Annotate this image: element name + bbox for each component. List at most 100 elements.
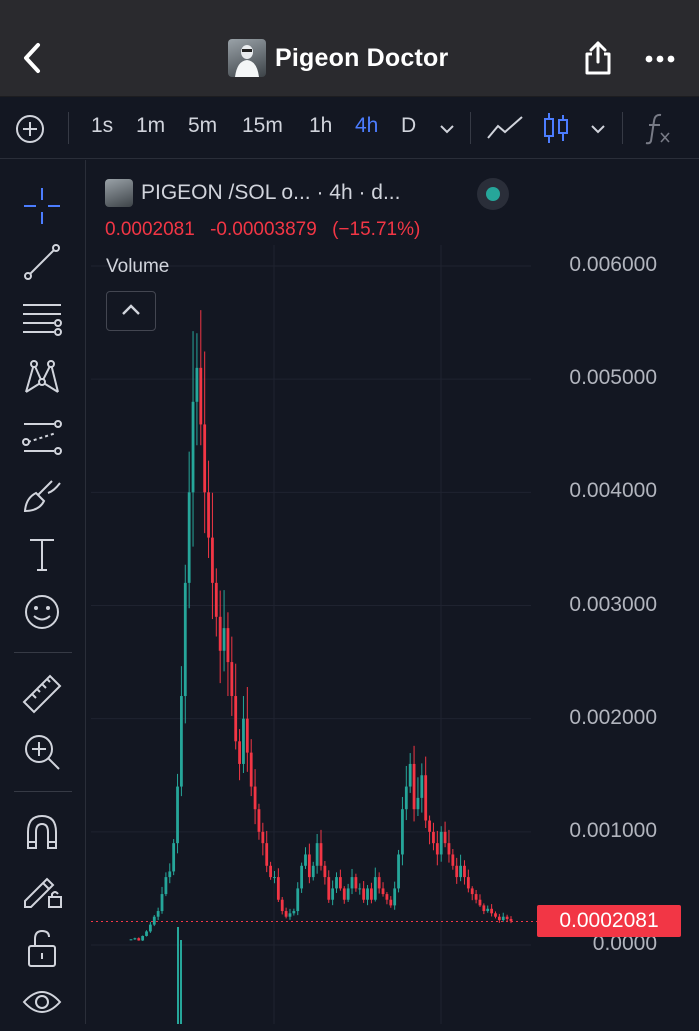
candle [323,865,327,878]
line-chart-button[interactable] [485,112,525,144]
market-status[interactable] [477,178,509,210]
emoji-tool[interactable] [20,590,64,634]
candle [327,877,331,900]
interval-1s[interactable]: 1s [91,114,113,138]
candle [432,831,435,844]
candle [439,831,443,855]
candle [385,894,389,900]
candle [435,843,439,855]
candle [490,908,494,914]
candle [350,877,354,889]
candle [292,911,296,914]
interval-1m[interactable]: 1m [136,114,165,138]
candle [377,877,381,889]
candle [335,877,338,889]
smiley-icon [25,595,59,629]
crosshair-tool[interactable] [20,184,64,228]
token-title[interactable]: Pigeon Doctor [228,38,448,78]
candle [443,831,447,844]
fib-retracement-tool[interactable] [20,297,64,341]
drawing-tools-sidebar [0,160,86,1024]
more-options-button[interactable] [644,52,676,64]
candle [346,888,350,900]
forecast-tool[interactable] [20,415,64,459]
pattern-tool[interactable] [20,356,64,400]
brush-tool[interactable] [20,473,64,517]
lock-all-tool[interactable] [20,926,64,970]
candle [401,809,404,855]
candle [195,367,199,402]
zoom-in-icon [25,735,60,770]
text-tool[interactable] [20,532,64,576]
symbol-legend[interactable]: PIGEON /SOL o... · 4h · d... [105,179,400,207]
ruler-tool[interactable] [20,672,64,716]
candle [478,899,482,906]
avatar [228,39,266,77]
candle [474,894,478,900]
candle [160,894,164,912]
candle [470,888,474,895]
candles-chart-button[interactable] [541,110,571,146]
indicators-button[interactable] [643,111,675,145]
price-axis-label: 0.005000 [569,366,657,390]
lock-drawings-tool[interactable] [20,868,64,912]
ruler-icon [22,674,62,714]
candle [416,797,420,810]
hide-drawings-tool[interactable] [20,982,64,1026]
chevron-down-icon [591,125,605,134]
candlestick-icon [544,113,568,143]
candle [331,888,335,900]
volume-legend[interactable]: Volume [106,256,169,278]
chart-type-dropdown[interactable] [588,119,608,139]
interval-5m[interactable]: 5m [188,114,217,138]
candle [141,935,145,941]
candle [338,877,342,889]
interval-1h[interactable]: 1h [309,114,332,138]
function-icon [645,113,670,145]
back-button[interactable] [18,40,50,76]
toolbar-divider [622,112,623,144]
candle [180,696,183,787]
zoom-in-tool[interactable] [20,730,64,774]
candle [311,865,315,878]
candle [222,628,226,651]
change-percent: (−15.71%) [332,219,421,240]
candle [342,888,346,900]
candle [424,775,428,821]
unlock-icon [28,929,56,967]
interval-4h[interactable]: 4h [355,114,378,138]
candle [245,718,249,753]
chevron-down-icon [440,125,454,134]
price-change-row: 0.0002081 -0.00003879 (−15.71%) [105,219,430,241]
candle [459,865,462,878]
candle [497,916,501,921]
share-button[interactable] [583,40,613,76]
interval-15m[interactable]: 15m [242,114,283,138]
line-chart-icon [487,116,523,139]
magnet-tool[interactable] [20,810,64,854]
candle [466,877,470,889]
trend-line-tool[interactable] [20,240,64,284]
price-axis-label: 0.004000 [569,479,657,503]
toolbar-divider [470,112,471,144]
candle [176,786,179,844]
eye-icon [22,991,62,1013]
candle [494,913,497,917]
candle [288,913,292,917]
candle [315,843,319,866]
candle [505,916,509,919]
add-indicator-button[interactable] [14,113,46,145]
candle [257,809,261,832]
interval-dropdown[interactable] [437,119,457,139]
candle [168,871,172,878]
candle [455,865,459,878]
candle [362,888,366,900]
interval-d[interactable]: D [401,114,416,138]
candle [284,911,288,917]
collapse-legend-button[interactable] [106,291,156,331]
status-dot-icon [486,187,500,201]
chart-pane[interactable]: PIGEON /SOL o... · 4h · d... 0.0002081 -… [91,165,699,1024]
horizontal-lines-icon [23,304,62,336]
candle [191,401,195,493]
candle [389,899,393,906]
